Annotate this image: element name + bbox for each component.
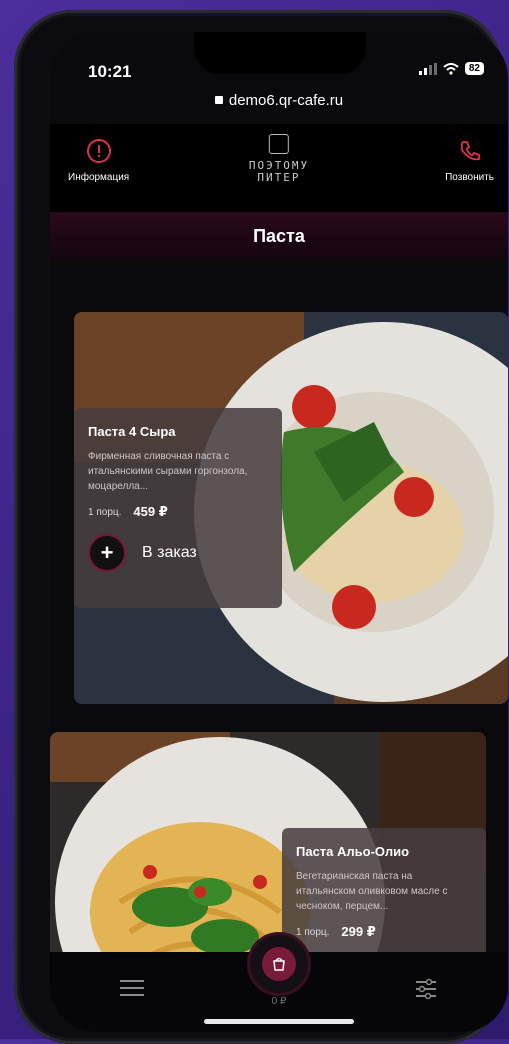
add-to-order-label: В заказ xyxy=(142,544,197,561)
dish-price: 299 ₽ xyxy=(341,924,376,939)
shopping-bag-icon xyxy=(262,947,296,981)
phone-icon xyxy=(460,141,480,161)
address-bar[interactable]: demo6.qr-cafe.ru xyxy=(50,92,508,109)
lock-icon xyxy=(214,96,223,105)
bottom-nav: 0 ₽ xyxy=(50,932,508,1032)
status-time: 10:21 xyxy=(88,62,132,81)
home-indicator[interactable] xyxy=(204,1019,354,1024)
wifi-icon xyxy=(443,62,459,75)
battery-icon: 82 xyxy=(464,62,484,75)
logo-line-2: ПИТЕР xyxy=(257,171,301,184)
dish-name: Паста 4 Сыра xyxy=(88,424,176,439)
cart-button[interactable] xyxy=(247,932,311,996)
dish-portion: 1 порц. xyxy=(296,926,330,938)
info-icon xyxy=(86,139,111,163)
phone-frame: 10:21 82 demo6.qr-cafe.ru Информация ПОЭ… xyxy=(14,10,508,1044)
dish-meta: 1 порц. 459 ₽ xyxy=(88,504,268,520)
logo[interactable]: ПОЭТОМУ ПИТЕР xyxy=(249,134,309,184)
menu-icon[interactable] xyxy=(120,980,144,996)
call-button[interactable]: Позвонить xyxy=(445,138,494,183)
info-label: Информация xyxy=(68,172,130,183)
filter-icon[interactable] xyxy=(414,978,438,1000)
plus-icon[interactable]: + xyxy=(88,534,126,572)
dish-description: Фирменная сливочная паста с итальянскими… xyxy=(88,451,248,492)
screen: 10:21 82 demo6.qr-cafe.ru Информация ПОЭ… xyxy=(50,32,508,1032)
site-header: Информация ПОЭТОМУ ПИТЕР Позвонить xyxy=(50,124,508,212)
dish-card[interactable]: Паста 4 Сыра Фирменная сливочная паста с… xyxy=(74,312,508,704)
dish-info-panel: Паста 4 Сыра Фирменная сливочная паста с… xyxy=(74,408,282,608)
info-button[interactable]: Информация xyxy=(68,138,129,183)
camera-notch xyxy=(194,32,366,74)
url-text: demo6.qr-cafe.ru xyxy=(228,92,344,109)
logo-mark-icon xyxy=(268,134,289,154)
dish-price: 459 ₽ xyxy=(133,504,168,519)
cart-total: 0 ₽ xyxy=(271,996,287,1007)
dish-description: Вегетарианская паста на итальянском олив… xyxy=(296,871,448,912)
dish-meta: 1 порц. 299 ₽ xyxy=(296,924,472,940)
dish-name: Паста Альо-Олио xyxy=(296,844,410,859)
signal-icon xyxy=(418,62,437,75)
category-title: Паста xyxy=(50,212,508,260)
dish-portion: 1 порц. xyxy=(88,506,122,518)
add-to-order-button[interactable]: + В заказ xyxy=(88,534,268,572)
call-label: Позвонить xyxy=(445,172,494,183)
status-icons: 82 xyxy=(418,62,484,75)
